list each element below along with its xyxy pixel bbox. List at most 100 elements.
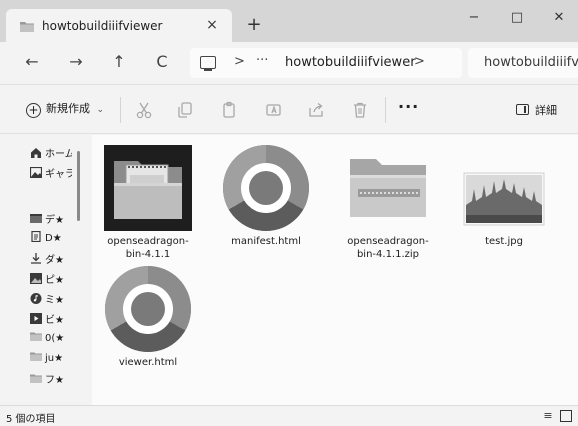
music-icon xyxy=(30,293,42,304)
browser-icon xyxy=(223,145,309,231)
file-item-folder[interactable]: openseadragon-bin-4.1.1 xyxy=(100,145,196,261)
up-button[interactable]: ↑ xyxy=(107,50,131,74)
folder-icon xyxy=(30,374,42,383)
sidebar-item-home[interactable]: ホーム xyxy=(30,145,72,163)
refresh-button[interactable]: C xyxy=(150,50,174,74)
sidebar-item-gallery[interactable]: ギャラリー xyxy=(30,165,72,183)
sidebar-item-label: ホーム xyxy=(45,149,72,160)
search-input[interactable]: howtobuildiiifvie xyxy=(484,55,578,70)
details-pane-icon xyxy=(516,104,529,115)
plus-icon: + xyxy=(26,103,41,118)
sidebar-item-music[interactable]: ミ★ xyxy=(30,291,72,309)
this-pc-icon[interactable] xyxy=(200,56,216,71)
breadcrumb-separator[interactable]: > xyxy=(234,54,245,69)
back-button[interactable]: ← xyxy=(20,50,44,74)
folder-icon xyxy=(30,352,42,361)
file-item-zip[interactable]: openseadragon-bin-4.1.1.zip xyxy=(340,145,436,261)
home-icon xyxy=(31,148,41,158)
status-bar: 5 個の項目 ≡ xyxy=(0,405,578,426)
file-name: test.jpg xyxy=(485,236,523,247)
sidebar-item-desktop[interactable]: デ★ xyxy=(30,211,72,229)
sidebar-item-pictures[interactable]: ピ★ xyxy=(30,271,72,289)
file-item-image[interactable]: test.jpg xyxy=(456,145,552,248)
html-thumbnail xyxy=(104,266,192,352)
item-count: 5 個の項目 xyxy=(6,414,56,425)
document-icon xyxy=(31,231,41,242)
sidebar-item-folder-2[interactable]: ju★ xyxy=(30,351,72,369)
browser-icon xyxy=(105,266,191,352)
sidebar-item-label: D★ xyxy=(45,233,62,244)
picture-icon xyxy=(30,273,42,284)
zip-folder-icon xyxy=(350,159,426,217)
sidebar-scrollbar[interactable] xyxy=(77,151,80,221)
sidebar-item-label: ダ★ xyxy=(45,255,64,266)
rename-icon[interactable] xyxy=(264,100,284,120)
close-window-button[interactable]: ✕ xyxy=(547,8,571,28)
command-bar: + 新規作成 ⌄ ··· 詳細 xyxy=(0,84,578,134)
sidebar-item-documents[interactable]: D★ xyxy=(30,231,72,249)
cathedral-image-icon xyxy=(463,172,545,226)
search-box[interactable]: howtobuildiiifvie xyxy=(468,48,578,78)
folder-icon xyxy=(20,22,34,32)
new-tab-button[interactable]: + xyxy=(244,15,264,35)
image-thumbnail xyxy=(460,145,548,231)
sidebar-item-label: 0(★ xyxy=(45,333,65,344)
title-bar: howtobuildiiifviewer × + − □ ✕ xyxy=(0,0,578,42)
paste-icon[interactable] xyxy=(219,100,239,120)
folder-icon xyxy=(104,145,192,231)
breadcrumb-separator-2[interactable]: > xyxy=(414,54,425,69)
file-view: openseadragon-bin-4.1.1 manifest.html op… xyxy=(92,135,578,405)
sidebar-item-label: ミ★ xyxy=(45,295,64,306)
file-name: manifest.html xyxy=(231,236,301,247)
sidebar-item-folder-1[interactable]: 0(★ xyxy=(30,331,72,349)
copy-icon[interactable] xyxy=(175,100,195,120)
sidebar-item-downloads[interactable]: ダ★ xyxy=(30,251,72,269)
new-button[interactable]: + 新規作成 ⌄ xyxy=(26,100,104,120)
sidebar-item-videos[interactable]: ビ★ xyxy=(30,311,72,329)
file-item-viewer[interactable]: viewer.html xyxy=(100,266,196,369)
desktop-icon xyxy=(30,214,42,223)
divider xyxy=(385,97,386,123)
sidebar-item-label: デ★ xyxy=(45,215,64,226)
breadcrumb-overflow[interactable]: ··· xyxy=(256,53,268,68)
file-name: openseadragon-bin-4.1.1.zip xyxy=(347,236,429,260)
tab-title: howtobuildiiifviewer xyxy=(42,19,163,33)
navigation-bar: ← → ↑ C > ··· howtobuildiiifviewer > how… xyxy=(0,42,578,84)
large-icons-view-icon[interactable] xyxy=(560,410,572,422)
divider xyxy=(120,97,121,123)
zip-thumbnail xyxy=(344,145,432,231)
html-thumbnail xyxy=(222,145,310,231)
details-label: 詳細 xyxy=(535,104,557,117)
sidebar-item-label: ギャラリー xyxy=(45,169,72,180)
sidebar-item-label: ビ★ xyxy=(45,315,64,326)
file-item-manifest[interactable]: manifest.html xyxy=(218,145,314,248)
gallery-icon xyxy=(30,167,42,178)
file-name: viewer.html xyxy=(118,357,178,368)
more-options-button[interactable]: ··· xyxy=(398,97,419,116)
cut-icon[interactable] xyxy=(134,100,154,120)
video-icon xyxy=(30,313,42,324)
minimize-button[interactable]: − xyxy=(462,8,486,28)
tab-close-icon[interactable]: × xyxy=(204,16,220,34)
address-bar[interactable]: > ··· howtobuildiiifviewer > xyxy=(190,48,462,78)
maximize-button[interactable]: □ xyxy=(505,8,529,28)
new-button-label: 新規作成 xyxy=(46,102,90,115)
details-view-icon[interactable]: ≡ xyxy=(542,410,554,422)
trash-icon[interactable] xyxy=(350,100,370,120)
sidebar-item-label: ju★ xyxy=(45,353,64,364)
forward-button[interactable]: → xyxy=(64,50,88,74)
file-name: openseadragon-bin-4.1.1 xyxy=(107,236,189,260)
chevron-down-icon: ⌄ xyxy=(96,105,105,115)
details-pane-button[interactable]: 詳細 xyxy=(516,102,557,118)
sidebar-item-label: ピ★ xyxy=(45,275,64,286)
sidebar-item-label: フ★ xyxy=(45,375,64,386)
share-icon[interactable] xyxy=(306,100,326,120)
navigation-pane: ホーム ギャラリー デ★ D★ ダ★ ピ★ ミ★ ビ★ 0(★ ju★ フ★ xyxy=(0,135,90,405)
file-explorer-window: howtobuildiiifviewer × + − □ ✕ ← → ↑ C >… xyxy=(0,0,578,426)
tab-howtobuildiiifviewer[interactable]: howtobuildiiifviewer × xyxy=(6,9,232,42)
breadcrumb-current[interactable]: howtobuildiiifviewer xyxy=(285,55,416,70)
sidebar-item-folder-3[interactable]: フ★ xyxy=(30,371,72,389)
folder-icon xyxy=(30,332,42,341)
folder-thumbnail xyxy=(104,145,192,231)
download-icon xyxy=(31,253,41,264)
